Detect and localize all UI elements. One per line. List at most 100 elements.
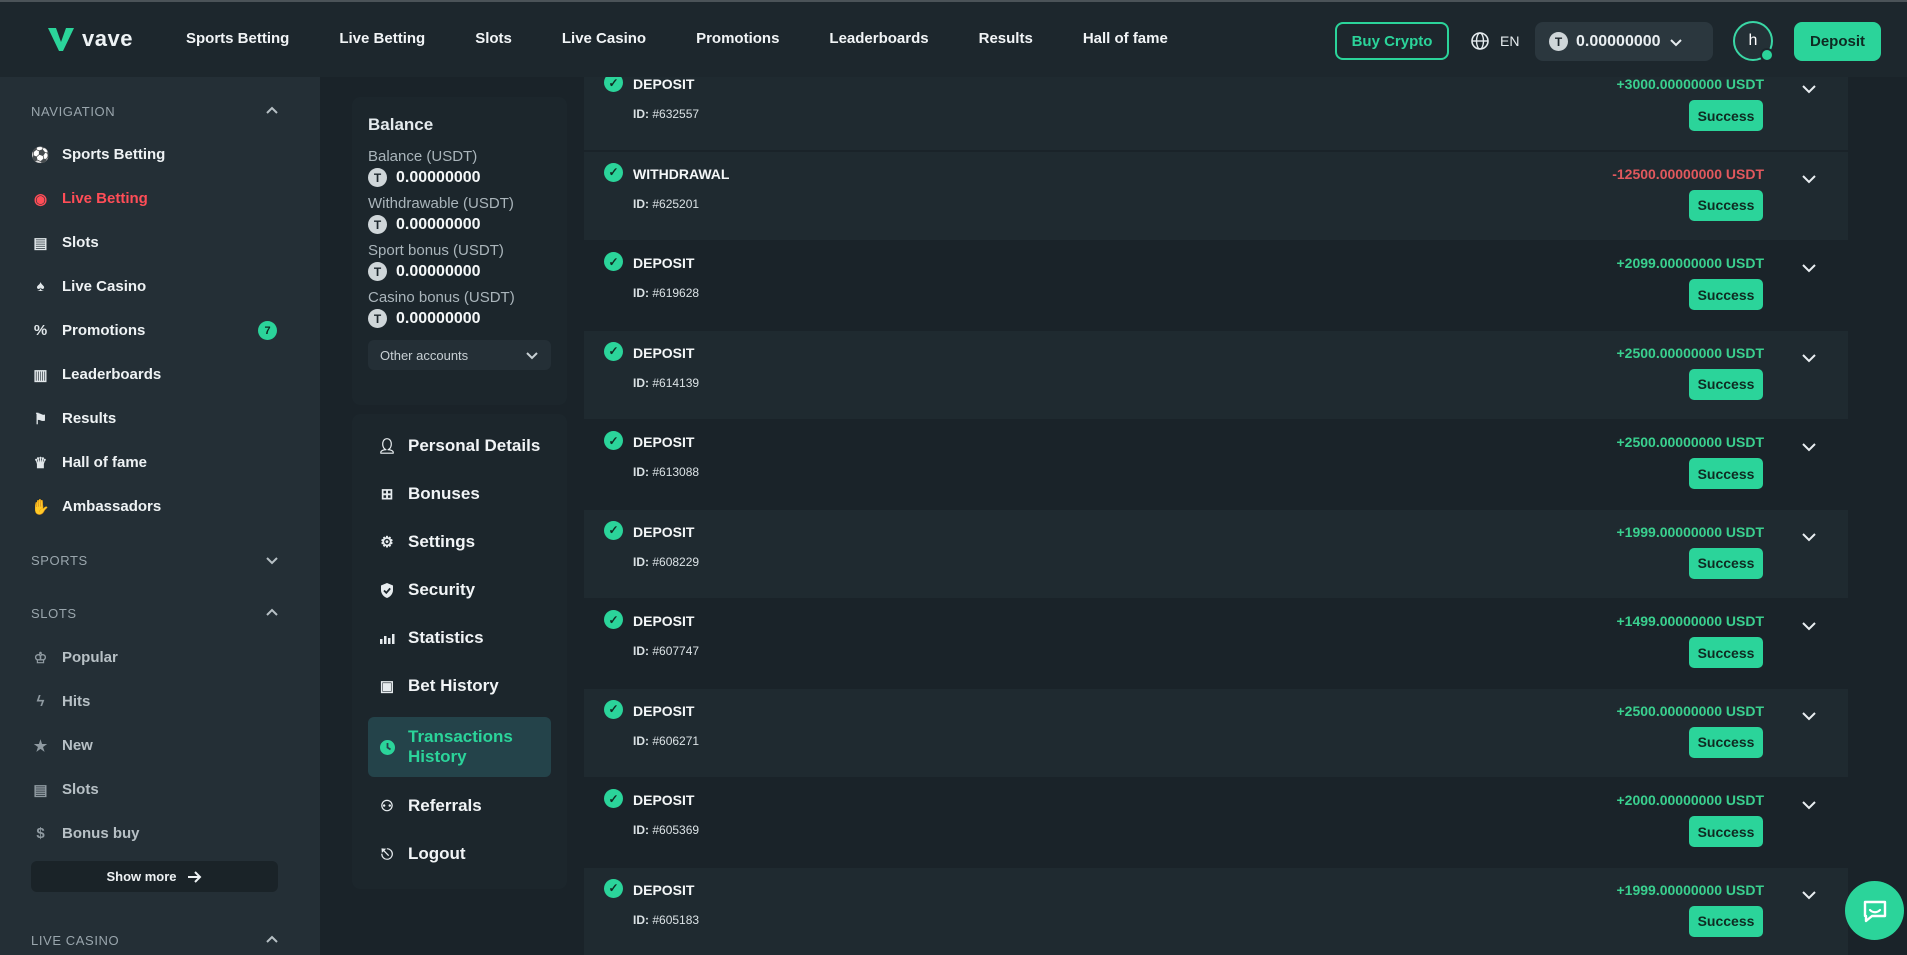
status-badge: Success <box>1689 368 1763 400</box>
show-more-label: Show more <box>106 869 177 884</box>
slots-section-header[interactable]: SLOTS <box>31 606 279 621</box>
transaction-amount: +2500.00000000 USDT <box>1616 344 1765 361</box>
sidebar-item-leaderboards[interactable]: ▥ Leaderboards <box>31 365 161 384</box>
status-badge: Success <box>1689 547 1763 579</box>
transaction-row[interactable]: ✓ DEPOSIT ID: #619628 +2099.00000000 USDT Su… <box>584 241 1848 329</box>
menu-item-security[interactable]: Security <box>368 580 551 600</box>
live-casino-title: LIVE CASINO <box>31 933 120 948</box>
sidebar-item-slots-category[interactable]: ▤ Slots <box>31 780 98 799</box>
transaction-row[interactable]: ✓ DEPOSIT ID: #607747 +1499.00000000 USDT Su… <box>584 599 1848 687</box>
menu-item-label: Referrals <box>408 796 482 815</box>
menu-item-settings[interactable]: ⚙ Settings <box>368 532 551 552</box>
transaction-id-value: #613088 <box>652 465 700 479</box>
sidebar-item-hits[interactable]: ϟ Hits <box>31 692 91 711</box>
handshake-icon: ✋ <box>31 498 50 516</box>
avatar-initial: h <box>1748 32 1758 49</box>
transaction-row[interactable]: ✓ DEPOSIT ID: #608229 +1999.00000000 USDT Su… <box>584 509 1848 598</box>
transaction-row[interactable]: ✓ DEPOSIT ID: #606271 +2500.00000000 USDT Su… <box>584 688 1848 777</box>
transaction-row[interactable]: ✓ DEPOSIT ID: #632557 +3000.00000000 USDT Su… <box>584 77 1848 150</box>
nav-hall-of-fame[interactable]: Hall of fame <box>1083 30 1168 47</box>
buy-crypto-button[interactable]: Buy Crypto <box>1335 22 1449 60</box>
chevron-down-icon[interactable] <box>1800 438 1818 456</box>
navigation-section-header[interactable]: NAVIGATION <box>31 104 279 119</box>
language-selector[interactable]: EN <box>1470 31 1519 51</box>
sidebar-item-live-betting[interactable]: ◉ Live Betting <box>31 189 148 208</box>
tether-icon: T <box>368 309 387 328</box>
menu-item-transactions-history[interactable]: Transactions History <box>368 717 551 777</box>
nav-live-casino[interactable]: Live Casino <box>562 30 646 47</box>
chevron-down-icon[interactable] <box>1800 707 1818 725</box>
transaction-row[interactable]: ✓ WITHDRAWAL ID: #625201 -12500.00000000 US… <box>584 151 1848 240</box>
other-accounts-dropdown[interactable]: Other accounts <box>368 340 551 370</box>
sidebar-item-results[interactable]: ⚑ Results <box>31 409 116 428</box>
live-signal-icon: ◉ <box>33 190 48 208</box>
navigation-title: NAVIGATION <box>31 104 116 119</box>
wallet-selector[interactable]: T 0.00000000 <box>1535 22 1713 61</box>
transaction-id-prefix: ID: <box>633 196 649 211</box>
nav-live-betting[interactable]: Live Betting <box>339 30 425 47</box>
transaction-id-prefix: ID: <box>633 644 649 658</box>
live-casino-section-header[interactable]: LIVE CASINO <box>31 933 279 948</box>
transaction-row[interactable]: ✓ DEPOSIT ID: #605183 +1999.00000000 USDT Su… <box>584 867 1848 955</box>
logout-icon: ⎋ <box>381 845 393 863</box>
nav-leaderboards[interactable]: Leaderboards <box>829 30 928 47</box>
transaction-id-value: #606271 <box>652 733 700 748</box>
nav-sports-betting[interactable]: Sports Betting <box>186 30 289 47</box>
nav-promotions[interactable]: Promotions <box>696 30 779 47</box>
sidebar-item-bonus-buy[interactable]: $ Bonus buy <box>31 824 139 843</box>
sidebar-item-new[interactable]: ★ New <box>31 736 93 755</box>
chevron-down-icon[interactable] <box>1800 796 1818 814</box>
live-chat-button[interactable] <box>1845 881 1904 940</box>
transaction-id-value: #614139 <box>652 375 700 390</box>
user-icon: 👤︎ <box>377 438 397 455</box>
chevron-down-icon[interactable] <box>1800 528 1818 546</box>
transactions-list: ✓ DEPOSIT ID: #632557 +3000.00000000 USDT Su… <box>584 77 1848 955</box>
menu-item-personal-details[interactable]: 👤︎ Personal Details <box>368 436 551 456</box>
menu-item-statistics[interactable]: Statistics <box>368 628 551 648</box>
balance-value-row: T 0.00000000 <box>368 168 551 187</box>
sidebar-item-hall-of-fame[interactable]: ♛ Hall of fame <box>31 453 147 472</box>
sidebar-item-promotions[interactable]: % Promotions <box>31 321 146 340</box>
sidebar-item-slots[interactable]: ▤ Slots <box>31 233 98 252</box>
transaction-id-prefix: ID: <box>633 286 649 300</box>
nav-slots[interactable]: Slots <box>475 30 512 47</box>
transaction-row[interactable]: ✓ DEPOSIT ID: #605369 +2000.00000000 USDT Su… <box>584 778 1848 866</box>
sidebar-item-ambassadors[interactable]: ✋ Ambassadors <box>31 497 161 516</box>
sidebar-item-sports-betting[interactable]: ⚽ Sports Betting <box>31 145 165 164</box>
chevron-down-icon[interactable] <box>1800 259 1818 277</box>
sport-bonus-label: Sport bonus (USDT) <box>368 242 504 259</box>
transaction-row[interactable]: ✓ DEPOSIT ID: #613088 +2500.00000000 USDT Su… <box>584 420 1848 508</box>
nav-results[interactable]: Results <box>979 30 1033 47</box>
sports-section-header[interactable]: SPORTS <box>31 553 279 568</box>
sidebar-item-live-casino[interactable]: ♠ Live Casino <box>31 277 147 296</box>
clock-icon <box>378 738 396 756</box>
menu-item-bet-history[interactable]: ▣ Bet History <box>368 676 551 696</box>
transaction-type: DEPOSIT <box>633 881 695 898</box>
transaction-id: ID: #614139 <box>633 376 699 390</box>
chevron-down-icon[interactable] <box>1800 617 1818 635</box>
success-check-icon: ✓ <box>604 431 623 450</box>
logo[interactable]: vave <box>46 24 133 54</box>
deposit-button[interactable]: Deposit <box>1794 22 1881 61</box>
chevron-up-icon <box>266 935 278 943</box>
chevron-down-icon[interactable] <box>1800 886 1818 904</box>
transaction-row[interactable]: ✓ DEPOSIT ID: #614139 +2500.00000000 USDT Su… <box>584 330 1848 419</box>
casino-bonus-value: 0.00000000 <box>396 309 481 327</box>
avatar[interactable]: h <box>1733 21 1774 62</box>
menu-item-bonuses[interactable]: ⊞ Bonuses <box>368 484 551 504</box>
balance-label: Balance (USDT) <box>368 148 478 165</box>
success-check-icon: ✓ <box>604 252 623 271</box>
tether-icon: T <box>368 168 387 187</box>
other-accounts-label: Other accounts <box>380 347 469 363</box>
chevron-down-icon[interactable] <box>1800 80 1818 98</box>
menu-item-referrals[interactable]: ⚇ Referrals <box>368 796 551 816</box>
status-badge: Success <box>1689 905 1763 937</box>
sidebar-item-popular[interactable]: ♔ Popular <box>31 648 118 667</box>
menu-item-logout[interactable]: ⎋ Logout <box>368 844 551 864</box>
transaction-type: DEPOSIT <box>633 255 695 271</box>
chevron-down-icon[interactable] <box>1800 349 1818 367</box>
chevron-down-icon[interactable] <box>1800 170 1818 188</box>
chevron-down-icon <box>266 557 278 565</box>
show-more-button[interactable]: Show more <box>31 861 278 892</box>
transaction-type: WITHDRAWAL <box>633 165 730 182</box>
